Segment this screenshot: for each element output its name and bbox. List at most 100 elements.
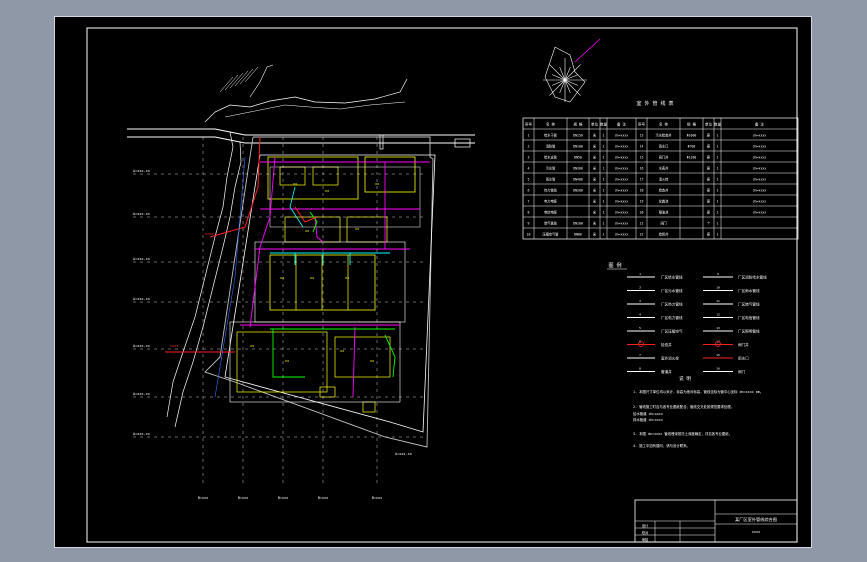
table-cell: 米 [593,199,597,204]
table-header-cell: 规 格 [573,122,583,127]
table-cell: dn=xxxx [615,189,629,193]
table-cell: 座 [707,177,711,182]
table-cell: 1 [717,211,719,215]
site-pipeline-drawing: xxxxxxxxxxxxxxxx xxxx xx xxxxxxxxxxA=xxx.xx… [86,27,799,543]
building-label: xx [355,227,359,231]
table-cell: 1 [717,200,719,204]
table-cell: DN50 [574,156,582,160]
legend-code: 9 [717,272,719,276]
table-cell: 1 [717,145,719,149]
hatch-line [244,66,259,83]
table-cell: DN80 [574,233,582,237]
table-cell: 座 [707,232,711,237]
legend-code: 1 [639,272,641,276]
table-cell: 个 [707,222,711,226]
legend-label: 雨水口 [738,356,749,361]
building-label: xx [345,276,349,280]
table-cell: dn=xxxx [753,189,767,193]
table-cell: 给水干管 [544,133,557,138]
table-cell: DN100 [573,222,583,226]
pipe-label: xxxx [205,232,213,236]
table-cell: 18 [640,189,644,193]
table-header-cell: 数量 [714,122,722,127]
table-cell: 阀门井 [659,155,669,160]
legend-label: 厂区照明管线 [738,329,760,334]
table-cell: 1 [603,156,605,160]
pipe-green [272,329,305,378]
table-cell: 4 [528,167,530,171]
hatch-line [224,74,239,91]
table-cell: DN100 [573,145,583,149]
note-line: 2. 管线施工时应与各专业图纸配合，管线交叉处按规范要求处理。 [633,404,734,409]
table-cell: 检修井 [659,232,669,237]
table-cell: 米 [593,232,597,237]
table-cell: 17 [640,178,644,182]
road-edge [127,136,475,144]
table-cell: 消火栓 [659,177,669,182]
table-cell: 水表井 [659,166,669,171]
grid-label-bottom: B=xxx [318,496,329,500]
rose-spoke [564,79,581,96]
table-cell: 10 [527,233,531,237]
building-label: xx [305,229,309,233]
rose-spoke [549,64,566,81]
road-edge [166,131,234,418]
drawing-number: xxxx [752,530,760,534]
legend-label: 厂区电信管线 [738,315,760,320]
table-cell: 6 [528,189,530,193]
table-cell: dn=xxxx [753,167,767,171]
table-cell: DN150 [573,134,583,138]
contour-line [224,101,406,118]
table-cell: 1 [717,233,719,237]
pipeline-table: 室 外 管 线 表序号名 称规 格单位 数量备 注序号名 称规 格单位 数量备 注1… [522,100,799,240]
legend-label: 厂区污水管线 [661,288,683,293]
legend-label: 阀门井 [738,342,749,347]
grid-label-bottom: B=xxx [278,496,289,500]
legend-code: 11 [716,299,720,303]
table-cell: DN400 [573,178,583,182]
note-line: 排水管道 dn=xxxx [633,417,663,422]
building-block [362,401,376,413]
table-cell: 1 [603,222,605,226]
building-label: xx [310,276,314,280]
table-cell: 13 [640,134,644,138]
table-header-cell: 名 称 [546,122,556,127]
building-label: xx [370,359,374,363]
table-cell: dn=xxxx [615,222,629,226]
grid-label-bottom: B=xxx [238,496,249,500]
table-cell: 9 [528,222,530,226]
title-block-cell: 校对 [642,530,649,535]
table-cell: 雨水口 [659,144,669,149]
cad-viewport[interactable]: xxxx xxxx xx xx xx xx xx xx xx xx xx xx xx xx A=xxx.xx… [54,16,812,548]
building-label: xx [280,276,284,280]
legend-label: 阀门 [738,369,746,374]
legend-label: 管道井 [661,369,672,374]
notes-title: 说 明 [679,375,691,382]
table-header-cell: 单位 [591,122,599,127]
grid-label-left: A=xxx.xx [133,297,150,301]
note-line: 3. 本图 dn=xxxx 管线埋深按冻土深度确定，详见各专业图纸。 [633,431,732,436]
fence-line [224,154,436,433]
table-cell: dn=xxxx [615,200,629,204]
building-label: xx [340,349,344,353]
grid-label-left: A=xxx.xx [133,257,150,261]
table-cell: 座 [707,199,711,204]
legend-code: 2 [639,286,641,290]
grid-label-left: A=xxx.xx [133,432,150,436]
table-cell: 电力电缆 [544,199,558,204]
rose-spoke [549,79,566,96]
table-header-cell: 名 称 [659,122,669,127]
table-cell: 米 [593,166,597,171]
legend-label: 室外消火栓 [661,356,679,361]
table-cell: DN300 [573,167,583,171]
table-cell: 给水支管 [544,155,557,160]
building-label: xx [325,189,329,193]
drawing-border [86,27,798,543]
legend-code: 10 [716,286,720,290]
table-cell: 1 [603,200,605,204]
table-cell: 1 [717,167,719,171]
legend-label: 厂区燃气管线 [738,302,760,307]
table-cell: 1 [603,178,605,182]
legend-code: 7 [639,353,641,357]
legend-label: 厂区消防给水管线 [738,275,767,280]
